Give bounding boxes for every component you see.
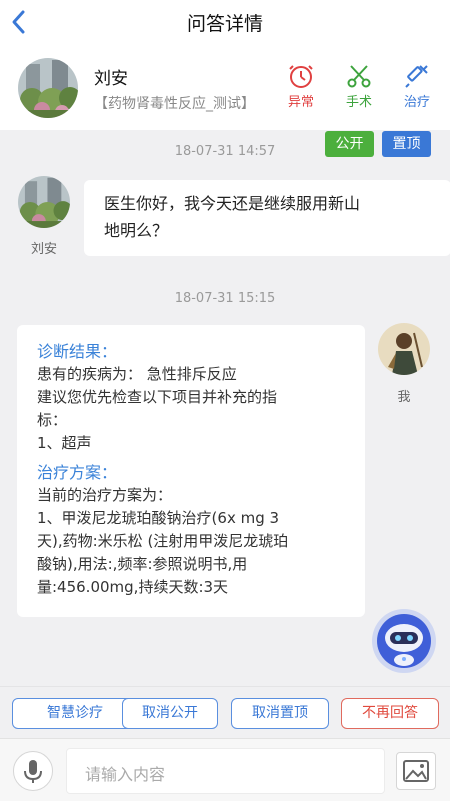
input-placeholder: 请输入内容 xyxy=(85,765,166,784)
plan-line: 1、甲泼尼龙琥珀酸钠治疗(6x mg 3 xyxy=(37,509,280,527)
plan-line: 酸钠),用法:,频率:参照说明书,用 xyxy=(37,555,248,573)
action-bar: 智慧诊疗 取消公开 取消置顶 不再回答 xyxy=(0,686,450,739)
syringe-icon xyxy=(405,65,428,88)
patient-chat-avatar[interactable] xyxy=(18,176,70,228)
nav-bar: 问答详情 xyxy=(0,0,450,44)
cancel-public-button[interactable]: 取消公开 xyxy=(122,698,218,729)
patient-header: 刘安 【药物肾毒性反应_测试】 异常 手术 治疗 xyxy=(0,44,450,130)
plan-line: 当前的治疗方案为： xyxy=(37,486,173,504)
image-button[interactable] xyxy=(396,752,436,790)
abnormal-button[interactable]: 异常 xyxy=(279,63,323,110)
diagnosis-line: 建议您优先检查以下项目并补充的指 xyxy=(37,388,278,406)
alarm-clock-icon xyxy=(289,65,313,88)
doctor-sender-name: 我 xyxy=(397,390,411,405)
surgery-button[interactable]: 手术 xyxy=(337,63,381,110)
patient-message: 医生你好，我今天还是继续服用新山 地明么？ xyxy=(84,180,450,256)
doctor-reply: 诊断结果： 患有的疾病为： 急性排斥反应 建议您优先检查以下项目并补充的指 标：… xyxy=(17,325,365,617)
robot-assistant-icon[interactable] xyxy=(371,608,437,674)
treatment-button[interactable]: 治疗 xyxy=(395,63,439,110)
plan-line: 量:456.00mg,持续天数:3天 xyxy=(37,578,229,596)
timestamp: 18-07-31 15:15 xyxy=(174,291,276,306)
image-icon xyxy=(403,760,429,782)
cancel-top-button[interactable]: 取消置顶 xyxy=(231,698,329,729)
page-title: 问答详情 xyxy=(186,13,263,35)
plan-title: 治疗方案： xyxy=(37,463,118,482)
timestamp: 18-07-31 14:57 xyxy=(174,144,276,159)
patient-name: 刘安 xyxy=(94,69,128,89)
plan-line: 天),药物:米乐松 (注射用甲泼尼龙琥珀 xyxy=(37,532,289,550)
diagnosis-line: 患有的疾病为： 急性排斥反应 xyxy=(37,365,237,383)
microphone-icon xyxy=(24,760,42,783)
doctor-chat-avatar[interactable] xyxy=(378,323,430,375)
input-bar: 请输入内容 xyxy=(0,738,450,801)
abnormal-label: 异常 xyxy=(287,95,314,110)
stop-answering-button[interactable]: 不再回答 xyxy=(341,698,439,729)
diagnosis-title: 诊断结果： xyxy=(37,342,118,361)
message-line: 医生你好，我今天还是继续服用新山 xyxy=(104,194,361,213)
message-input[interactable]: 请输入内容 xyxy=(66,748,385,794)
patient-sender-name: 刘安 xyxy=(30,242,57,257)
smart-diagnosis-button[interactable]: 智慧诊疗 xyxy=(12,698,138,729)
diagnosis-line: 1、超声 xyxy=(37,434,92,452)
patient-tag: 【药物肾毒性反应_测试】 xyxy=(94,96,255,112)
voice-button[interactable] xyxy=(13,751,53,791)
diagnosis-line: 标： xyxy=(37,411,68,429)
scissors-icon xyxy=(347,65,371,88)
message-line: 地明么？ xyxy=(104,221,169,240)
treatment-label: 治疗 xyxy=(403,95,430,110)
surgery-label: 手术 xyxy=(345,95,372,110)
patient-avatar[interactable] xyxy=(18,58,78,118)
